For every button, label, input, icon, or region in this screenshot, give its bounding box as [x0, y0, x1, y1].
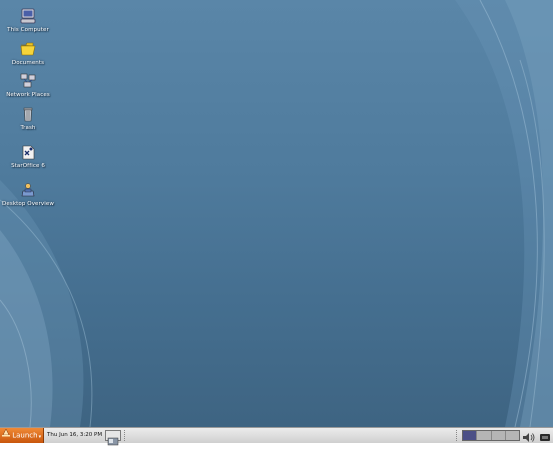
- launch-button[interactable]: Launch▾: [0, 428, 44, 443]
- desktop-icon-label: This Computer: [7, 27, 49, 33]
- desktop-icon-staroffice[interactable]: StarOffice 6: [0, 143, 56, 169]
- panel-handle[interactable]: [456, 430, 459, 441]
- chevron-down-icon: ▾: [38, 433, 42, 440]
- desktop-icon-this-computer[interactable]: This Computer: [0, 7, 56, 33]
- trash-icon: [19, 105, 37, 123]
- desktop[interactable]: This Computer Documents Network Places T…: [0, 0, 553, 427]
- folder-icon: [19, 40, 37, 58]
- workspace-2[interactable]: [477, 431, 492, 440]
- show-desktop-button[interactable]: [105, 430, 121, 446]
- clock[interactable]: Thu Jun 16, 3:20 PM: [47, 428, 102, 443]
- desktop-icon-label: Network Places: [6, 92, 50, 98]
- power-icon[interactable]: [539, 429, 551, 442]
- taskbar: Launch▾ Thu Jun 16, 3:20 PM: [0, 427, 553, 446]
- desktop-icon-documents[interactable]: Documents: [0, 40, 56, 66]
- launch-hat-icon: [2, 428, 10, 443]
- desktop-icon-desktop-overview[interactable]: Desktop Overview: [0, 181, 56, 207]
- workspace-3[interactable]: [491, 431, 506, 440]
- wallpaper-swoosh: [0, 0, 553, 427]
- staroffice-icon: [19, 143, 37, 161]
- panel-handle[interactable]: [124, 430, 127, 441]
- desktop-icon-label: Desktop Overview: [2, 201, 54, 207]
- volume-icon[interactable]: [522, 429, 536, 442]
- launch-label: Launch: [12, 431, 38, 440]
- desktop-icon-label: StarOffice 6: [11, 163, 45, 169]
- network-icon: [19, 72, 37, 90]
- show-desktop-icon: [107, 437, 119, 446]
- workspace-switcher[interactable]: [462, 430, 520, 441]
- desktop-overview-icon: [19, 181, 37, 199]
- computer-icon: [19, 7, 37, 25]
- desktop-icon-label: Documents: [11, 60, 45, 66]
- workspace-4[interactable]: [505, 431, 519, 440]
- desktop-icon-label: Trash: [20, 125, 36, 131]
- workspace-1[interactable]: [463, 431, 478, 440]
- desktop-icon-network-places[interactable]: Network Places: [0, 72, 56, 98]
- desktop-icon-trash[interactable]: Trash: [0, 105, 56, 131]
